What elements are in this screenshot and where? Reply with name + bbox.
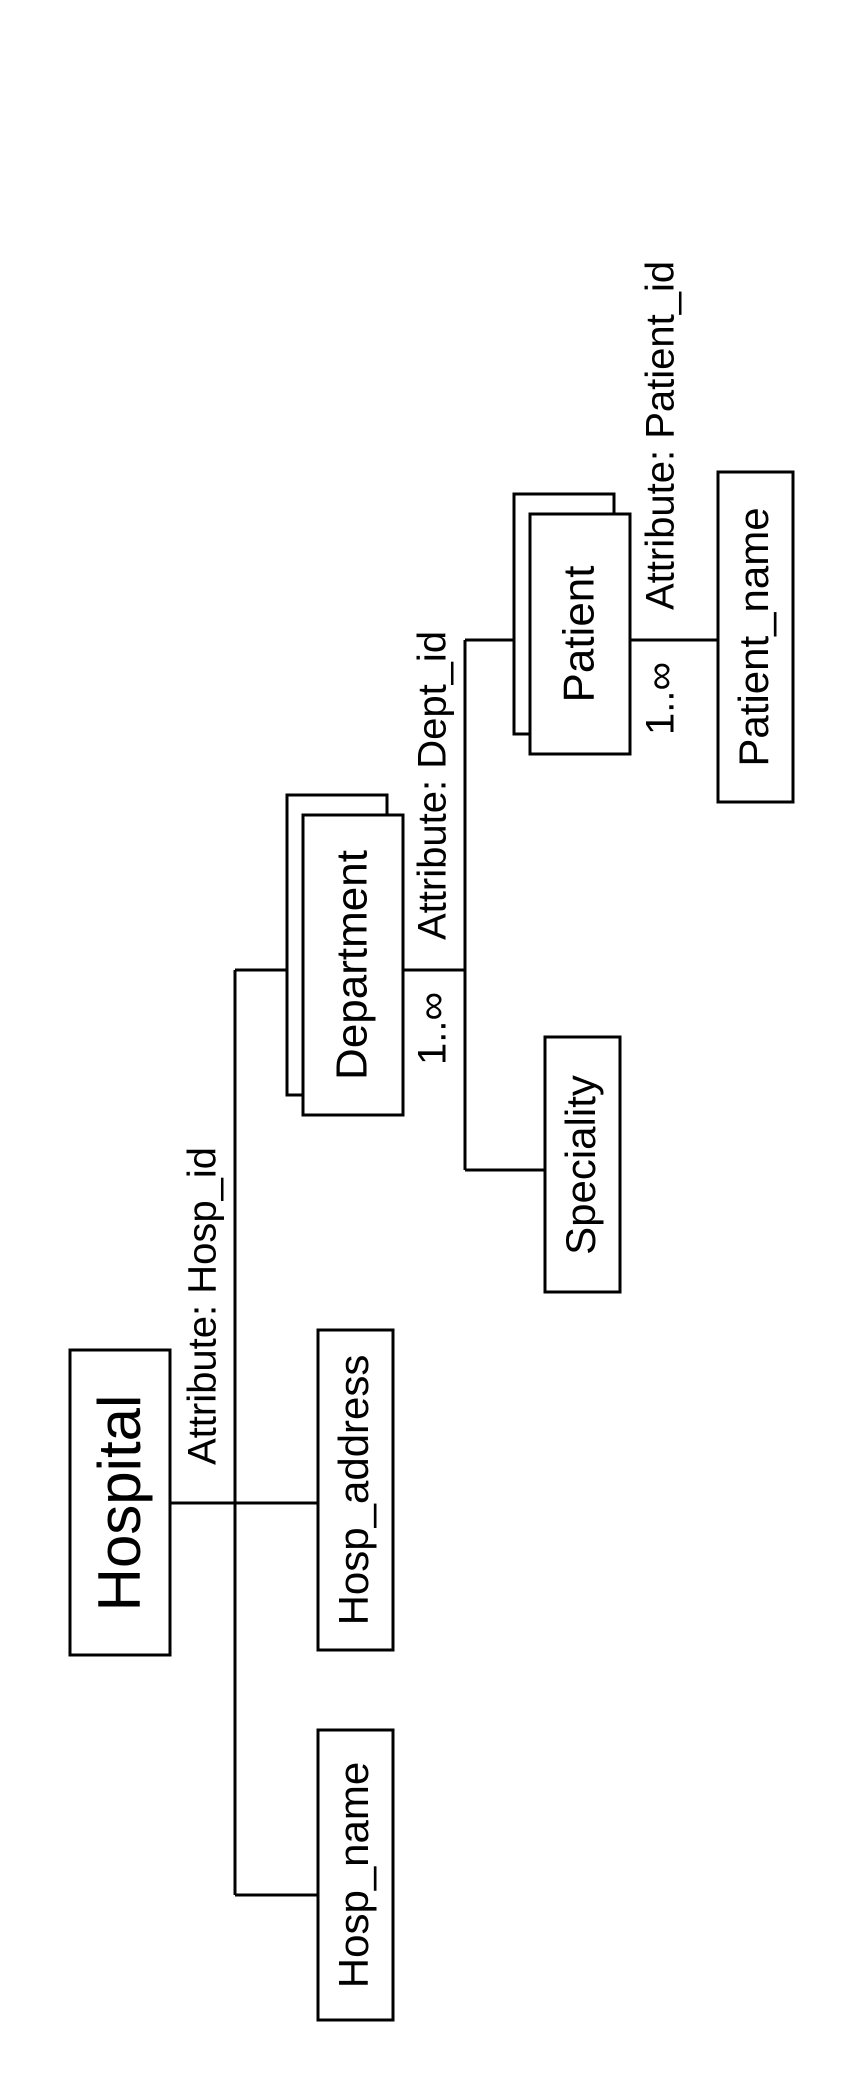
label-department: Department <box>328 850 377 1080</box>
node-hospital: Hospital <box>70 1350 170 1655</box>
label-patient: Patient <box>555 566 604 703</box>
node-department: Department <box>287 795 403 1115</box>
attr-hospital: Attribute: Hosp_id <box>181 1147 225 1465</box>
attr-department: Attribute: Dept_id <box>411 631 455 940</box>
label-hospital: Hospital <box>86 1395 153 1612</box>
node-hosp-address: Hosp_address <box>318 1330 393 1650</box>
card-patient: 1..∞ <box>639 662 683 735</box>
node-patient: Patient <box>514 494 630 754</box>
attr-patient: Attribute: Patient_id <box>639 261 683 610</box>
label-speciality: Speciality <box>557 1075 604 1255</box>
node-hosp-name: Hosp_name <box>318 1730 393 2020</box>
diagram-canvas: Hospital Attribute: Hosp_id Hosp_name Ho… <box>0 0 850 2100</box>
label-hosp-name: Hosp_name <box>330 1762 377 1988</box>
label-hosp-address: Hosp_address <box>330 1355 377 1626</box>
card-department: 1..∞ <box>411 992 455 1065</box>
node-patient-name: Patient_name <box>718 472 793 802</box>
node-speciality: Speciality <box>545 1037 620 1292</box>
label-patient-name: Patient_name <box>730 507 777 766</box>
